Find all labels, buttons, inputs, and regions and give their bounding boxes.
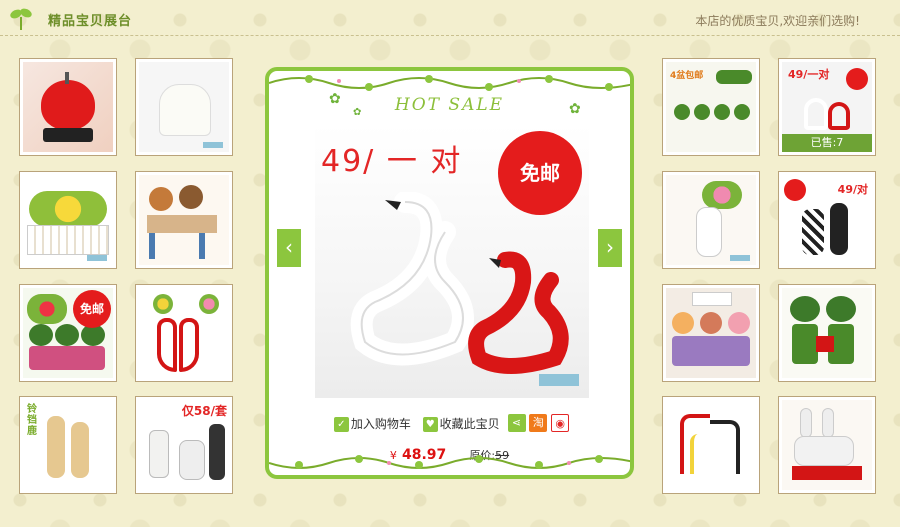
- header-slogan: 本店的优质宝贝,欢迎亲们选购!: [695, 14, 860, 28]
- vase-price-label: 49/对: [837, 183, 868, 196]
- product-thumb-flower-vase[interactable]: [662, 171, 760, 269]
- product-thumb-swan-pair[interactable]: 49/一对 已售:7: [778, 58, 876, 156]
- sold-count: 已售:7: [782, 134, 872, 152]
- product-thumb-heart-vases[interactable]: [135, 284, 233, 382]
- page-title: 精品宝贝展台: [48, 14, 133, 29]
- product-thumb-deer[interactable]: 铃铛鹿: [19, 396, 117, 494]
- action-row: ✓ 加入购物车 ♥ 收藏此宝贝 ⋖ 淘 ◉: [269, 414, 630, 432]
- featured-product-image[interactable]: 49/ 一 对 免邮: [315, 124, 589, 398]
- featured-product: ✿ ✿ ✿ HOT SALE 49/ 一 对 免邮 ‹ › ✓ 加入购物车 ♥ 收藏…: [265, 67, 634, 479]
- product-thumb-rabbit-dolls[interactable]: [778, 396, 876, 494]
- promo-text: 49/ 一 对: [321, 144, 463, 179]
- share-icon[interactable]: ⋖: [507, 414, 526, 432]
- white-swan: [350, 192, 474, 366]
- product-thumb-ceramic-vases[interactable]: 仅58/套: [135, 396, 233, 494]
- deer-label: 铃铛鹿: [27, 404, 37, 437]
- product-thumb-cartoon-dolls[interactable]: [135, 171, 233, 269]
- add-to-cart-button[interactable]: ✓ 加入购物车: [333, 415, 411, 432]
- favorite-button[interactable]: ♥ 收藏此宝贝: [422, 415, 500, 432]
- hot-sale-banner: HOT SALE: [394, 95, 505, 115]
- free-ship-badge: 免邮: [73, 290, 111, 328]
- vine-decoration-bottom: [269, 455, 630, 469]
- bundle-label: 4盆包邮: [670, 71, 704, 81]
- heart-icon: ♥: [422, 416, 438, 432]
- product-thumb-yellow-flowers[interactable]: [19, 171, 117, 269]
- weibo-icon[interactable]: ◉: [551, 414, 570, 432]
- product-thumb-red-apple[interactable]: [19, 58, 117, 156]
- add-to-cart-label: 加入购物车: [350, 416, 411, 431]
- prev-arrow-button[interactable]: ‹: [277, 229, 301, 267]
- price-label: 仅58/套: [181, 404, 227, 418]
- product-thumb-coral-tree[interactable]: [662, 396, 760, 494]
- next-arrow-button[interactable]: ›: [598, 229, 622, 267]
- product-thumb-green-trees[interactable]: 4盆包邮: [662, 58, 760, 156]
- product-thumb-white-elephant[interactable]: [135, 58, 233, 156]
- swan-price-label: 49/一对: [788, 68, 830, 81]
- vine-decoration-top: [269, 75, 630, 91]
- product-thumb-soldier-dolls[interactable]: [778, 284, 876, 382]
- watermark-tag: [539, 374, 579, 386]
- cart-icon: ✓: [333, 416, 349, 432]
- sprout-icon: [10, 8, 32, 30]
- header: 精品宝贝展台 本店的优质宝贝,欢迎亲们选购!: [0, 0, 900, 36]
- product-thumb-photo-dolls[interactable]: [662, 284, 760, 382]
- favorite-label: 收藏此宝贝: [439, 416, 500, 431]
- product-thumb-bw-vases[interactable]: 49/对: [778, 171, 876, 269]
- product-thumb-kids-dolls[interactable]: 免邮: [19, 284, 117, 382]
- taobao-icon[interactable]: 淘: [529, 414, 548, 432]
- red-swan: [468, 251, 569, 374]
- free-ship-badge: 免邮: [501, 134, 579, 212]
